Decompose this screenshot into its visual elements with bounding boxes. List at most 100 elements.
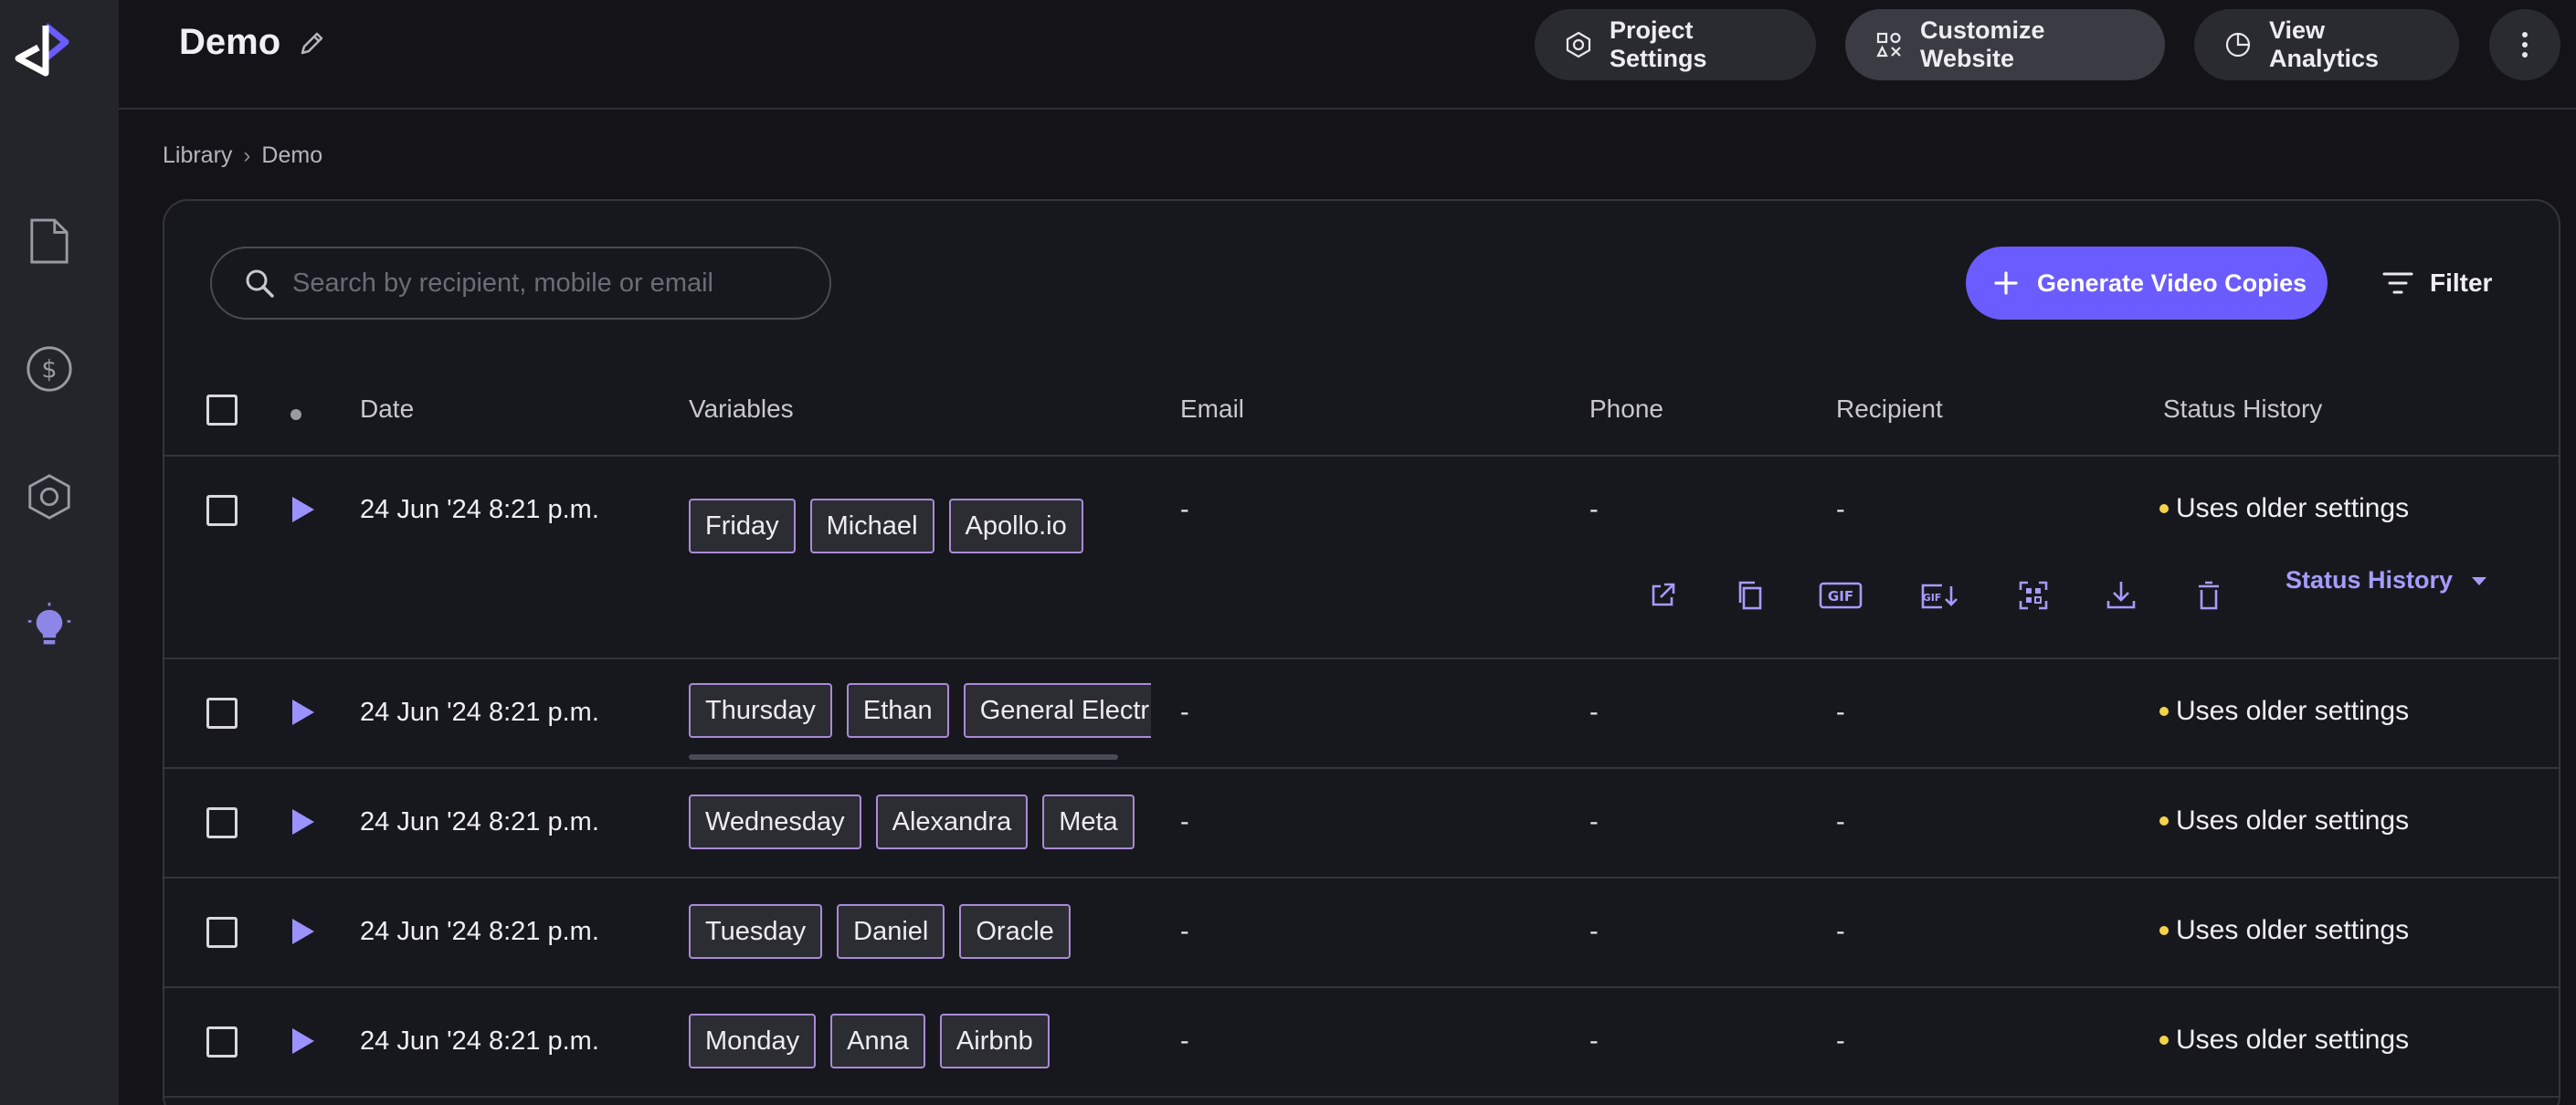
variable-tag: Ethan: [846, 683, 949, 738]
svg-text:$: $: [41, 356, 57, 384]
status-history-dropdown[interactable]: Status History: [2286, 566, 2487, 595]
generate-video-copies-label: Generate Video Copies: [2037, 268, 2307, 297]
row-status: Uses older settings: [2159, 805, 2409, 837]
status-history-label: Status History: [2286, 566, 2454, 594]
filter-label: Filter: [2430, 268, 2493, 297]
sidebar-item-library[interactable]: [22, 214, 77, 268]
gif-download-icon[interactable]: GIF: [1918, 577, 1960, 614]
play-icon[interactable]: [292, 497, 314, 522]
row-status-text: Uses older settings: [2176, 493, 2410, 523]
select-all-checkbox[interactable]: [206, 395, 238, 426]
column-header-phone[interactable]: Phone: [1589, 395, 1663, 424]
variable-tag: Oracle: [959, 904, 1071, 959]
breadcrumb-library[interactable]: Library: [163, 142, 232, 169]
row-recipient: -: [1836, 807, 1845, 837]
gif-icon[interactable]: GIF: [1818, 577, 1863, 614]
customize-shapes-icon: [1876, 32, 1901, 58]
row-email: -: [1180, 917, 1189, 946]
hexagon-settings-icon: [1566, 31, 1591, 58]
breadcrumb-current: Demo: [261, 142, 323, 168]
generate-video-copies-button[interactable]: Generate Video Copies: [1966, 247, 2328, 320]
variable-tag: Monday: [689, 1014, 817, 1068]
column-header-variables[interactable]: Variables: [689, 395, 794, 424]
view-analytics-label: View Analytics: [2269, 16, 2380, 72]
svg-text:GIF: GIF: [1923, 592, 1942, 604]
row-status-text: Uses older settings: [2176, 805, 2410, 836]
variable-tag: Apollo.io: [948, 499, 1083, 553]
status-dot-column-icon: [290, 409, 301, 420]
table-row[interactable]: 24 Jun '24 8:21 p.m. Friday Michael Apol…: [164, 457, 2559, 659]
variable-tag: Anna: [830, 1014, 925, 1068]
column-header-recipient[interactable]: Recipient: [1836, 395, 1943, 424]
row-recipient: -: [1836, 917, 1845, 946]
lightbulb-icon: [27, 602, 71, 645]
row-phone: -: [1589, 917, 1599, 946]
search-box[interactable]: [210, 247, 831, 320]
row-date: 24 Jun '24 8:21 p.m.: [360, 698, 599, 727]
sidebar: $: [0, 0, 119, 1105]
row-date: 24 Jun '24 8:21 p.m.: [360, 917, 599, 946]
play-icon[interactable]: [292, 919, 314, 944]
row-phone: -: [1589, 495, 1599, 524]
document-icon: [30, 218, 69, 264]
row-status-text: Uses older settings: [2176, 1025, 2410, 1055]
row-checkbox[interactable]: [206, 807, 238, 838]
status-dot-icon: [2159, 504, 2169, 513]
open-external-icon[interactable]: [1644, 577, 1681, 614]
search-input[interactable]: [292, 268, 804, 299]
customize-website-button[interactable]: Customize Website: [1845, 9, 2165, 80]
top-header: Demo Project Settings Customize Website: [119, 0, 2576, 110]
sidebar-item-settings[interactable]: [22, 469, 77, 524]
play-icon[interactable]: [292, 1028, 314, 1054]
customize-website-label: Customize Website: [1920, 16, 2045, 72]
delete-icon[interactable]: [2191, 577, 2227, 614]
qr-code-icon[interactable]: [2015, 577, 2052, 614]
status-dot-icon: [2159, 707, 2169, 716]
status-dot-icon: [2159, 1036, 2169, 1045]
pie-chart-icon: [2225, 32, 2251, 58]
brand-logo-icon[interactable]: [13, 20, 79, 80]
row-checkbox[interactable]: [206, 1026, 238, 1058]
column-header-status-history[interactable]: Status History: [2163, 395, 2322, 424]
row-date: 24 Jun '24 8:21 p.m.: [360, 495, 599, 524]
row-status: Uses older settings: [2159, 1025, 2409, 1056]
row-status-text: Uses older settings: [2176, 696, 2410, 726]
sidebar-item-ideas[interactable]: [22, 597, 77, 652]
row-variables[interactable]: Thursday Ethan General Electr: [689, 683, 1151, 738]
download-icon[interactable]: [2103, 577, 2139, 614]
filter-button[interactable]: Filter: [2382, 258, 2492, 309]
table-row[interactable]: 24 Jun '24 8:21 p.m. Tuesday Daniel Orac…: [164, 879, 2559, 988]
row-status: Uses older settings: [2159, 493, 2409, 524]
row-phone: -: [1589, 698, 1599, 727]
project-settings-button[interactable]: Project Settings: [1535, 9, 1816, 80]
caret-down-icon: [2472, 576, 2487, 585]
play-icon[interactable]: [292, 700, 314, 725]
hexagon-settings-icon: [28, 474, 70, 520]
row-variables: Tuesday Daniel Oracle: [689, 904, 1164, 959]
table-row[interactable]: 24 Jun '24 8:21 p.m. Thursday Ethan Gene…: [164, 659, 2559, 769]
row-email: -: [1180, 1026, 1189, 1056]
row-email: -: [1180, 698, 1189, 727]
row-checkbox[interactable]: [206, 495, 238, 526]
column-header-date[interactable]: Date: [360, 395, 414, 424]
status-dot-icon: [2159, 926, 2169, 935]
row-recipient: -: [1836, 698, 1845, 727]
row-recipient: -: [1836, 495, 1845, 524]
table-row[interactable]: 24 Jun '24 8:21 p.m. Monday Anna Airbnb …: [164, 988, 2559, 1098]
row-checkbox[interactable]: [206, 698, 238, 729]
variable-tag: Meta: [1042, 795, 1135, 849]
variable-tag: Airbnb: [939, 1014, 1050, 1068]
pencil-edit-icon[interactable]: [297, 29, 326, 58]
table-row[interactable]: 24 Jun '24 8:21 p.m. Wednesday Alexandra…: [164, 769, 2559, 879]
row-checkbox[interactable]: [206, 917, 238, 948]
view-analytics-button[interactable]: View Analytics: [2194, 9, 2459, 80]
copy-icon[interactable]: [1732, 577, 1768, 614]
column-header-email[interactable]: Email: [1180, 395, 1244, 424]
more-options-button[interactable]: [2489, 9, 2560, 80]
page-title: Demo: [179, 22, 281, 62]
plus-icon: [1994, 271, 2018, 295]
sidebar-item-billing[interactable]: $: [22, 342, 77, 396]
variables-horizontal-scrollbar[interactable]: [689, 754, 1118, 760]
table-header: Date Variables Email Phone Recipient Sta…: [164, 363, 2559, 457]
play-icon[interactable]: [292, 809, 314, 835]
